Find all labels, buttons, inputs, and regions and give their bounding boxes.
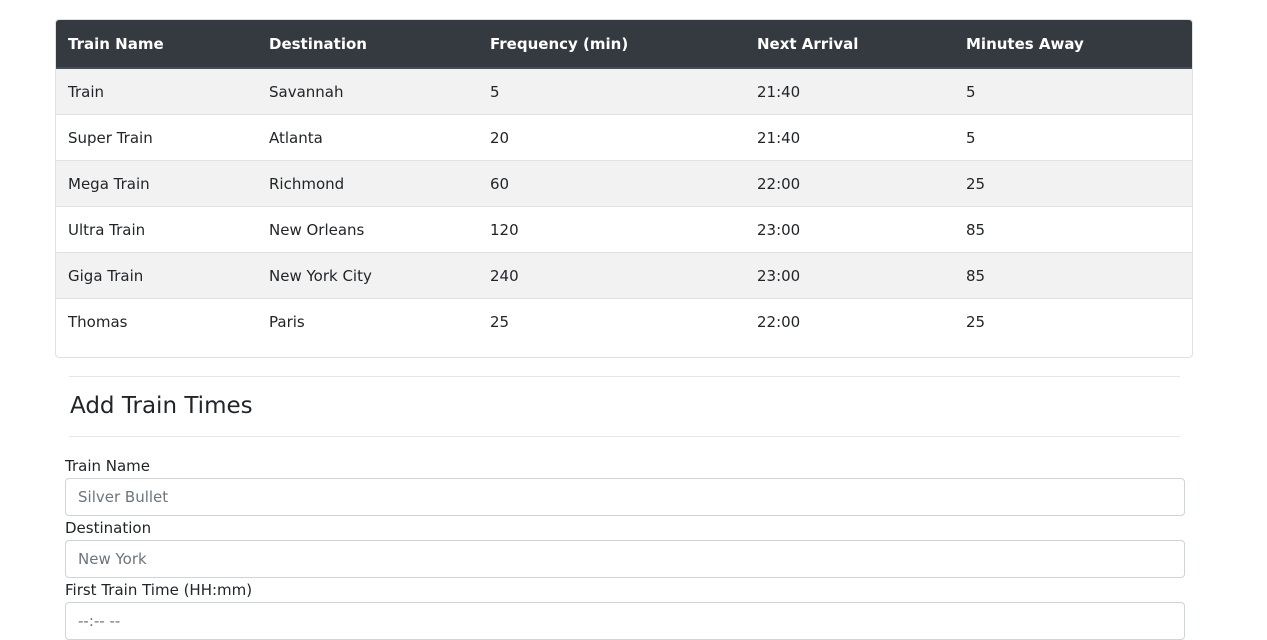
- train-name-group: Train Name: [65, 456, 1185, 516]
- cell-frequency: 20: [478, 114, 745, 161]
- destination-input[interactable]: [65, 540, 1185, 578]
- first-train-time-label: First Train Time (HH:mm): [65, 581, 253, 599]
- cell-train-name: Giga Train: [56, 252, 257, 299]
- cell-train-name: Super Train: [56, 114, 257, 161]
- cell-train-name: Thomas: [56, 298, 257, 344]
- add-train-title: Add Train Times: [70, 393, 253, 419]
- column-header-next-arrival: Next Arrival: [745, 20, 954, 69]
- add-train-section-header: Add Train Times: [69, 376, 1180, 437]
- cell-frequency: 120: [478, 206, 745, 253]
- cell-next-arrival: 23:00: [745, 206, 954, 253]
- table-row: Ultra Train New Orleans 120 23:00 85: [56, 206, 1192, 253]
- cell-next-arrival: 23:00: [745, 252, 954, 299]
- cell-frequency: 60: [478, 160, 745, 207]
- column-header-frequency: Frequency (min): [478, 20, 745, 69]
- cell-frequency: 240: [478, 252, 745, 299]
- cell-minutes-away: 25: [954, 160, 1192, 207]
- cell-next-arrival: 21:40: [745, 114, 954, 161]
- table-row: Super Train Atlanta 20 21:40 5: [56, 114, 1192, 161]
- column-header-minutes-away: Minutes Away: [954, 20, 1192, 69]
- table-body: Train Savannah 5 21:40 5 Super Train Atl…: [56, 67, 1192, 344]
- cell-minutes-away: 5: [954, 67, 1192, 115]
- table-row: Thomas Paris 25 22:00 25: [56, 298, 1192, 344]
- column-header-train-name: Train Name: [56, 20, 257, 69]
- train-name-label: Train Name: [65, 457, 151, 475]
- cell-destination: Richmond: [257, 160, 478, 207]
- first-train-time-group: First Train Time (HH:mm): [65, 580, 1185, 640]
- train-schedule-table: Train Name Destination Frequency (min) N…: [56, 20, 1192, 344]
- first-train-time-input[interactable]: [65, 602, 1185, 640]
- cell-destination: Savannah: [257, 67, 478, 115]
- train-name-input[interactable]: [65, 478, 1185, 516]
- cell-next-arrival: 22:00: [745, 160, 954, 207]
- cell-minutes-away: 5: [954, 114, 1192, 161]
- cell-destination: Atlanta: [257, 114, 478, 161]
- column-header-destination: Destination: [257, 20, 478, 69]
- table-row: Train Savannah 5 21:40 5: [56, 67, 1192, 115]
- cell-next-arrival: 22:00: [745, 298, 954, 344]
- cell-next-arrival: 21:40: [745, 67, 954, 115]
- destination-group: Destination: [65, 518, 1185, 578]
- table-row: Giga Train New York City 240 23:00 85: [56, 252, 1192, 299]
- table-header-row: Train Name Destination Frequency (min) N…: [56, 20, 1192, 69]
- table-header: Train Name Destination Frequency (min) N…: [56, 20, 1192, 69]
- cell-frequency: 5: [478, 67, 745, 115]
- cell-train-name: Mega Train: [56, 160, 257, 207]
- table-row: Mega Train Richmond 60 22:00 25: [56, 160, 1192, 207]
- page: Train Name Destination Frequency (min) N…: [0, 0, 1267, 640]
- cell-destination: New Orleans: [257, 206, 478, 253]
- train-schedule-card: Train Name Destination Frequency (min) N…: [55, 19, 1193, 358]
- destination-label: Destination: [65, 519, 152, 537]
- cell-train-name: Train: [56, 67, 257, 115]
- cell-train-name: Ultra Train: [56, 206, 257, 253]
- cell-minutes-away: 85: [954, 206, 1192, 253]
- cell-minutes-away: 25: [954, 298, 1192, 344]
- cell-minutes-away: 85: [954, 252, 1192, 299]
- cell-frequency: 25: [478, 298, 745, 344]
- cell-destination: New York City: [257, 252, 478, 299]
- cell-destination: Paris: [257, 298, 478, 344]
